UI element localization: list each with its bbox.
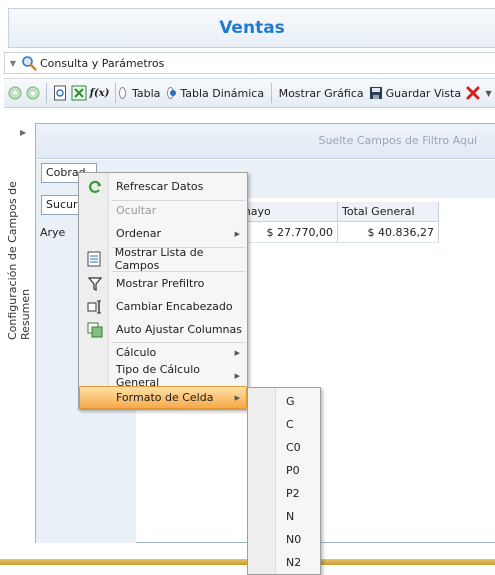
format-option-n0[interactable]: N0 <box>286 528 301 551</box>
format-option-c[interactable]: C <box>286 413 294 436</box>
menu-item-formato-de-celda[interactable]: Formato de Celda ▶ <box>79 386 247 409</box>
auto-fit-icon <box>80 322 110 338</box>
rename-icon <box>80 299 110 315</box>
context-menu: Refrescar Datos Ocultar Ordenar ▶ Mostra… <box>78 172 248 410</box>
menu-item-tipo-calculo-general[interactable]: Tipo de Cálculo General ▶ <box>80 362 246 389</box>
column-header-total[interactable]: Total General <box>338 202 439 222</box>
forward-icon[interactable] <box>26 84 40 102</box>
toolbar-separator <box>114 83 115 103</box>
field-list-icon <box>80 251 109 267</box>
menu-item-mostrar-prefiltro[interactable]: Mostrar Prefiltro <box>80 272 246 295</box>
menu-item-label: Formato de Celda <box>116 391 214 404</box>
menu-item-label: Tipo de Cálculo General <box>115 362 200 389</box>
delete-icon[interactable] <box>466 84 480 102</box>
back-icon[interactable] <box>8 84 22 102</box>
guardar-vista-button[interactable]: Guardar Vista <box>386 87 461 100</box>
toolbar-separator <box>46 83 47 103</box>
format-option-c0[interactable]: C0 <box>286 436 301 459</box>
menu-item-label: Auto Ajustar Columnas <box>116 323 242 336</box>
consulta-panel-header[interactable]: ▼ Consulta y Parámetros <box>4 52 495 74</box>
format-option-g[interactable]: G <box>286 390 295 413</box>
filter-drop-hint: Suelte Campos de Filtro Aquí <box>318 134 477 147</box>
submenu-arrow-icon: ▶ <box>234 393 240 402</box>
radio-tabla-label[interactable]: Tabla <box>132 87 160 100</box>
format-option-p0[interactable]: P0 <box>286 459 300 482</box>
submenu-arrow-icon: ▶ <box>234 348 240 357</box>
radio-tabla-dinamica[interactable] <box>167 87 177 99</box>
summary-fields-config-label[interactable]: Configuración de Campos de Resumen <box>6 150 32 340</box>
magnifier-icon <box>21 55 37 71</box>
menu-item-label: Cambiar Encabezado <box>116 300 233 313</box>
mostrar-grafica-button[interactable]: Mostrar Gráfica <box>279 87 364 100</box>
expand-arrow-icon[interactable]: ▶ <box>20 128 26 137</box>
toolbar: f(x) Tabla Tabla Dinámica Mostrar Gráfic… <box>4 78 495 108</box>
filter-icon <box>80 276 110 291</box>
format-option-n[interactable]: N <box>286 505 294 528</box>
title-bar: Ventas <box>8 8 495 48</box>
row-header-label[interactable]: Arye <box>40 226 65 239</box>
save-icon[interactable] <box>369 84 383 102</box>
menu-item-cambiar-encabezado[interactable]: Cambiar Encabezado <box>80 295 246 318</box>
preview-document-icon[interactable] <box>53 84 67 102</box>
menu-item-label: Ordenar <box>116 227 161 240</box>
consulta-label: Consulta y Parámetros <box>40 56 165 70</box>
menu-item-refrescar-datos[interactable]: Refrescar Datos <box>80 175 246 198</box>
menu-item-mostrar-lista-campos[interactable]: Mostrar Lista de Campos <box>80 245 246 272</box>
radio-tabla-dinamica-label[interactable]: Tabla Dinámica <box>180 87 264 100</box>
menu-item-auto-ajustar-columnas[interactable]: Auto Ajustar Columnas <box>80 318 246 341</box>
menu-item-label: Mostrar Lista de Campos <box>114 245 204 272</box>
more-chevron-icon[interactable]: ▼ <box>484 84 493 102</box>
menu-item-calculo[interactable]: Cálculo ▶ <box>80 341 246 364</box>
toolbar-separator <box>271 83 272 103</box>
menu-item-label: Mostrar Prefiltro <box>116 277 205 290</box>
export-excel-icon[interactable] <box>71 84 87 102</box>
format-option-n2[interactable]: N2 <box>286 551 301 574</box>
format-submenu: G C C0 P0 P2 N N0 N2 <box>247 387 321 575</box>
cell-total-value[interactable]: $ 40.836,27 <box>338 223 439 243</box>
menu-item-label: Ocultar <box>116 204 157 217</box>
page-title: Ventas <box>219 18 285 38</box>
menu-item-label: Cálculo <box>116 346 157 359</box>
filter-drop-zone[interactable]: Suelte Campos de Filtro Aquí <box>36 124 495 159</box>
menu-item-ocultar[interactable]: Ocultar <box>80 199 246 222</box>
submenu-arrow-icon: ▶ <box>234 371 240 380</box>
menu-item-label: Refrescar Datos <box>116 180 204 193</box>
menu-item-ordenar[interactable]: Ordenar ▶ <box>80 222 246 245</box>
chevron-down-icon[interactable]: ▼ <box>5 59 21 68</box>
format-option-p2[interactable]: P2 <box>286 482 300 505</box>
formula-icon[interactable]: f(x) <box>90 84 110 102</box>
menu-icon-gutter <box>248 388 276 574</box>
refresh-icon <box>80 179 110 195</box>
radio-tabla[interactable] <box>119 87 126 99</box>
submenu-arrow-icon: ▶ <box>234 229 240 238</box>
